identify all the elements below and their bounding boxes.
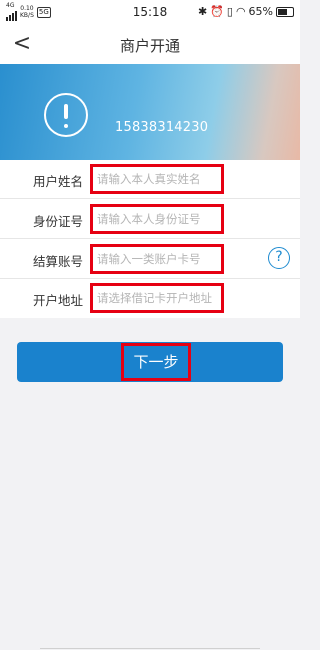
- exclamation-icon: [44, 93, 88, 137]
- alarm-icon: ⏰: [210, 5, 224, 18]
- phone-number: 15838314230: [115, 120, 209, 135]
- next-button-label: 下一步: [121, 343, 191, 381]
- row-settlement-account: 结算账号 请输入一类账户卡号 ?: [0, 240, 300, 279]
- merchant-form: 用户姓名 请输入本人真实姓名 身份证号 请输入本人身份证号 结算账号 请输入一类…: [0, 160, 300, 318]
- nav-bar: < 商户开通: [0, 24, 300, 64]
- status-bar: 4G 0.10 KB/S 5G 15:18 ✱ ⏰ ▯ ◠ 65%: [0, 0, 300, 24]
- bank-address-label: 开户地址: [33, 293, 84, 308]
- next-button[interactable]: 下一步: [17, 342, 283, 382]
- battery-icon: [276, 6, 294, 17]
- settlement-account-label: 结算账号: [33, 254, 84, 269]
- settlement-account-input[interactable]: 请输入一类账户卡号: [90, 244, 224, 274]
- home-indicator: [40, 648, 260, 649]
- header-banner: 15838314230: [0, 64, 300, 160]
- battery-fill: [278, 8, 287, 15]
- bluetooth-icon: ✱: [197, 5, 208, 18]
- wifi-icon: ◠: [235, 5, 246, 18]
- user-name-label: 用户姓名: [33, 174, 84, 189]
- bank-address-select[interactable]: 请选择借记卡开户地址: [90, 283, 224, 313]
- row-bank-address: 开户地址 请选择借记卡开户地址: [0, 279, 300, 318]
- status-right: ✱ ⏰ ▯ ◠ 65%: [198, 5, 294, 18]
- vibrate-icon: ▯: [226, 5, 233, 18]
- row-id-number: 身份证号 请输入本人身份证号: [0, 200, 300, 239]
- page-title: 商户开通: [119, 37, 180, 55]
- row-user-name: 用户姓名 请输入本人真实姓名: [0, 160, 300, 199]
- help-icon[interactable]: ?: [268, 247, 290, 269]
- battery-text: 65%: [248, 5, 273, 18]
- user-name-input[interactable]: 请输入本人真实姓名: [90, 164, 224, 194]
- id-number-input[interactable]: 请输入本人身份证号: [90, 204, 224, 234]
- id-number-label: 身份证号: [33, 214, 84, 229]
